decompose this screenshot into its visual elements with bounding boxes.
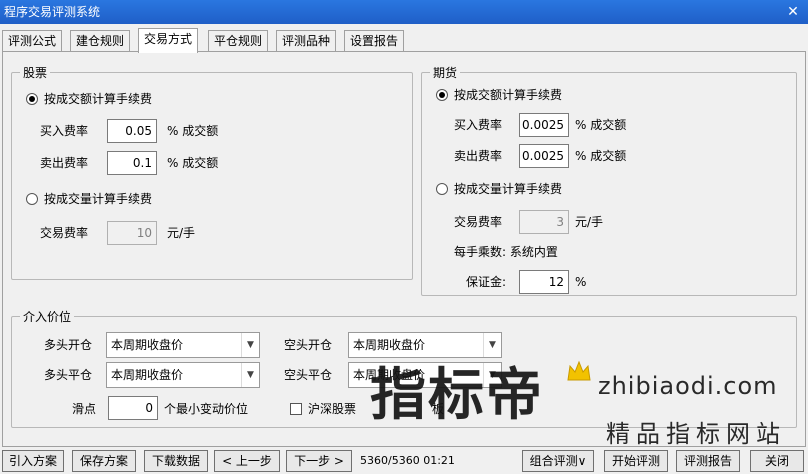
hs-limit-checkbox[interactable]	[290, 403, 302, 415]
stock-buy-rate-input[interactable]: 0.05	[107, 119, 157, 143]
tab-trade-mode[interactable]: 交易方式	[138, 28, 199, 53]
window-title: 程序交易评测系统	[4, 5, 101, 19]
stock-group: 股票 按成交额计算手续费 买入费率 0.05 % 成交额 卖出费率 0.1 % …	[11, 64, 413, 280]
futures-by-amount-radio[interactable]	[436, 89, 448, 101]
download-data-button[interactable]: 下载数据	[144, 450, 208, 472]
futures-buy-rate-unit: % 成交额	[575, 118, 627, 132]
tab-report-settings[interactable]: 设置报告	[344, 30, 405, 52]
futures-sell-rate-input[interactable]: 0.0025	[519, 144, 569, 168]
evaluate-report-button[interactable]: 评测报告	[676, 450, 740, 472]
stock-buy-rate-unit: % 成交额	[167, 124, 219, 138]
stock-sell-rate-input[interactable]: 0.1	[107, 151, 157, 175]
tab-open-rules[interactable]: 建仓规则	[70, 30, 131, 52]
futures-sell-rate-unit: % 成交额	[575, 149, 627, 163]
futures-trade-fee-input[interactable]: 3	[519, 210, 569, 234]
long-close-label: 多头平仓	[44, 368, 93, 382]
futures-trade-fee-label: 交易费率	[454, 215, 503, 229]
stock-trade-fee-input[interactable]: 10	[107, 221, 157, 245]
futures-group: 期货 按成交额计算手续费 买入费率 0.0025 % 成交额 卖出费率 0.00…	[421, 64, 797, 296]
futures-margin-label: 保证金:	[466, 275, 507, 289]
futures-margin-unit: %	[575, 275, 587, 289]
watermark-slogan: 精品指标网站	[606, 420, 786, 448]
crown-icon	[567, 360, 591, 381]
short-open-label: 空头开仓	[284, 338, 333, 352]
import-scheme-button[interactable]: 引入方案	[2, 450, 64, 472]
long-open-value: 本周期收盘价	[111, 338, 184, 352]
long-close-select[interactable]: 本周期收盘价 ▼	[106, 362, 260, 388]
tab-close-rules[interactable]: 平仓规则	[208, 30, 269, 52]
futures-sell-rate-label: 卖出费率	[454, 149, 503, 163]
stock-by-volume-radio[interactable]	[26, 193, 38, 205]
stock-trade-fee-unit: 元/手	[167, 226, 196, 240]
short-close-label: 空头平仓	[284, 368, 333, 382]
slippage-label: 滑点	[72, 402, 97, 416]
tab-instruments[interactable]: 评测品种	[276, 30, 337, 52]
futures-multiplier-text: 每手乘数: 系统内置	[454, 245, 558, 259]
futures-by-amount-label: 按成交额计算手续费	[454, 88, 563, 102]
watermark-logo-text: 指标帝	[370, 363, 544, 428]
futures-by-volume-label: 按成交量计算手续费	[454, 182, 563, 196]
stock-by-volume-label: 按成交量计算手续费	[44, 192, 153, 206]
slippage-unit: 个最小变动价位	[164, 402, 249, 416]
long-open-label: 多头开仓	[44, 338, 93, 352]
next-step-button[interactable]: 下一步 >	[286, 450, 352, 472]
stock-by-amount-label: 按成交额计算手续费	[44, 92, 153, 106]
close-icon[interactable]: ✕	[778, 0, 808, 24]
save-scheme-button[interactable]: 保存方案	[72, 450, 136, 472]
entry-price-group-title: 介入价位	[20, 308, 75, 325]
long-open-select[interactable]: 本周期收盘价 ▼	[106, 332, 260, 358]
stock-sell-rate-unit: % 成交额	[167, 156, 219, 170]
chevron-down-icon[interactable]: ▼	[483, 333, 501, 357]
stock-trade-fee-label: 交易费率	[40, 226, 89, 240]
watermark-domain: zhibiaodi.com	[598, 372, 778, 400]
close-button[interactable]: 关闭	[750, 450, 804, 472]
hs-limit-label: 沪深股票	[308, 402, 357, 416]
tab-formula[interactable]: 评测公式	[2, 30, 63, 52]
stock-buy-rate-label: 买入费率	[40, 124, 89, 138]
start-evaluate-button[interactable]: 开始评测	[604, 450, 668, 472]
futures-buy-rate-label: 买入费率	[454, 118, 503, 132]
title-bar: 程序交易评测系统 ✕	[0, 0, 808, 24]
stock-group-title: 股票	[20, 64, 51, 81]
futures-by-volume-radio[interactable]	[436, 183, 448, 195]
chevron-down-icon[interactable]: ▼	[241, 333, 259, 357]
stock-sell-rate-label: 卖出费率	[40, 156, 89, 170]
short-open-value: 本周期收盘价	[353, 338, 426, 352]
prev-step-button[interactable]: < 上一步	[214, 450, 280, 472]
combo-evaluate-button[interactable]: 组合评测∨	[522, 450, 594, 472]
chevron-down-icon[interactable]: ▼	[241, 363, 259, 387]
futures-buy-rate-input[interactable]: 0.0025	[519, 113, 569, 137]
futures-trade-fee-unit: 元/手	[575, 215, 604, 229]
futures-group-title: 期货	[430, 64, 461, 81]
long-close-value: 本周期收盘价	[111, 368, 184, 382]
futures-margin-input[interactable]: 12	[519, 270, 569, 294]
short-open-select[interactable]: 本周期收盘价 ▼	[348, 332, 502, 358]
slippage-input[interactable]: 0	[108, 396, 158, 420]
progress-status: 5360/5360 01:21	[360, 454, 455, 467]
stock-by-amount-radio[interactable]	[26, 93, 38, 105]
